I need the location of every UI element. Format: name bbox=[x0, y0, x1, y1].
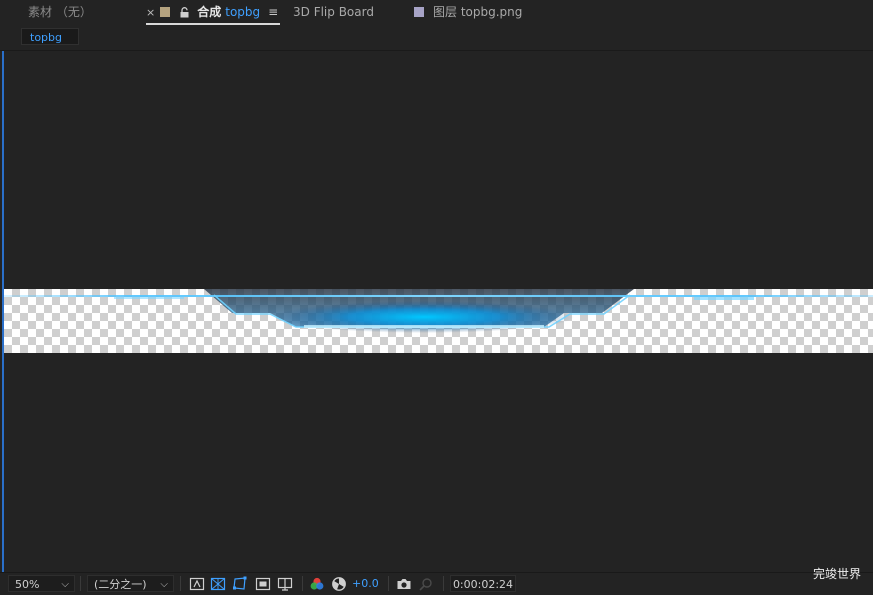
tab-3d-flip-board[interactable]: 3D Flip Board bbox=[293, 4, 374, 20]
label-color-swatch bbox=[160, 7, 171, 17]
close-icon[interactable]: × bbox=[146, 6, 155, 19]
exposure-reset-icon[interactable] bbox=[331, 576, 347, 592]
tab-footage[interactable]: 素材 （无） bbox=[28, 4, 92, 20]
resolution-value: (二分之一) bbox=[94, 578, 147, 591]
zoom-dropdown[interactable]: 50% ⌵ bbox=[8, 575, 75, 592]
panel-tab-bar: 素材 （无） × 合成 topbg ≡ 3D Flip Board 图层 topbg.… bbox=[0, 0, 873, 26]
always-preview-icon[interactable] bbox=[189, 576, 205, 592]
chevron-down-icon: ⌵ bbox=[61, 579, 69, 590]
panel-menu-icon[interactable]: ≡ bbox=[268, 5, 278, 19]
exposure-value[interactable]: +0.0 bbox=[352, 576, 379, 592]
region-of-interest-icon[interactable] bbox=[255, 576, 271, 592]
transparency-grid-icon[interactable] bbox=[210, 576, 226, 592]
tab-composition-label: 合成 bbox=[197, 5, 222, 19]
resolution-dropdown[interactable]: (二分之一) ⌵ bbox=[87, 575, 174, 592]
chevron-down-icon: ⌵ bbox=[160, 579, 168, 590]
viewer-status-bar: 50% ⌵ (二分之一) ⌵ +0.0 0:00:02:24 bbox=[0, 572, 873, 595]
composition-viewer[interactable] bbox=[0, 50, 873, 573]
show-snapshot-icon[interactable] bbox=[418, 576, 434, 592]
tab-footage-label: 素材 （无） bbox=[28, 5, 92, 19]
tab-layer-label: 图层 topbg.png bbox=[433, 5, 523, 19]
separator bbox=[302, 576, 303, 591]
layer-color-swatch bbox=[414, 7, 424, 17]
current-time-display[interactable]: 0:00:02:24 bbox=[450, 575, 516, 592]
zoom-value: 50% bbox=[15, 578, 40, 591]
color-channels-icon[interactable] bbox=[309, 576, 325, 592]
separator bbox=[388, 576, 389, 591]
separator bbox=[180, 576, 181, 591]
tab-layer[interactable]: 图层 topbg.png bbox=[414, 4, 522, 20]
snapshot-icon[interactable] bbox=[396, 576, 412, 592]
composition-frame[interactable] bbox=[4, 289, 873, 353]
composition-navigator-chip[interactable]: topbg bbox=[21, 28, 79, 45]
active-tab-underline bbox=[146, 23, 281, 25]
tab-composition[interactable]: × 合成 topbg ≡ bbox=[146, 4, 281, 25]
guides-icon[interactable] bbox=[277, 576, 293, 592]
topbg-layer-artwork bbox=[4, 289, 873, 333]
tab-composition-name: topbg bbox=[225, 5, 261, 19]
tab-flip-board-label: 3D Flip Board bbox=[293, 5, 374, 19]
watermark-text: 完竣世界 bbox=[812, 567, 861, 581]
mask-path-icon[interactable] bbox=[232, 576, 248, 592]
separator bbox=[80, 576, 81, 591]
lock-icon[interactable] bbox=[180, 6, 189, 22]
separator bbox=[443, 576, 444, 591]
